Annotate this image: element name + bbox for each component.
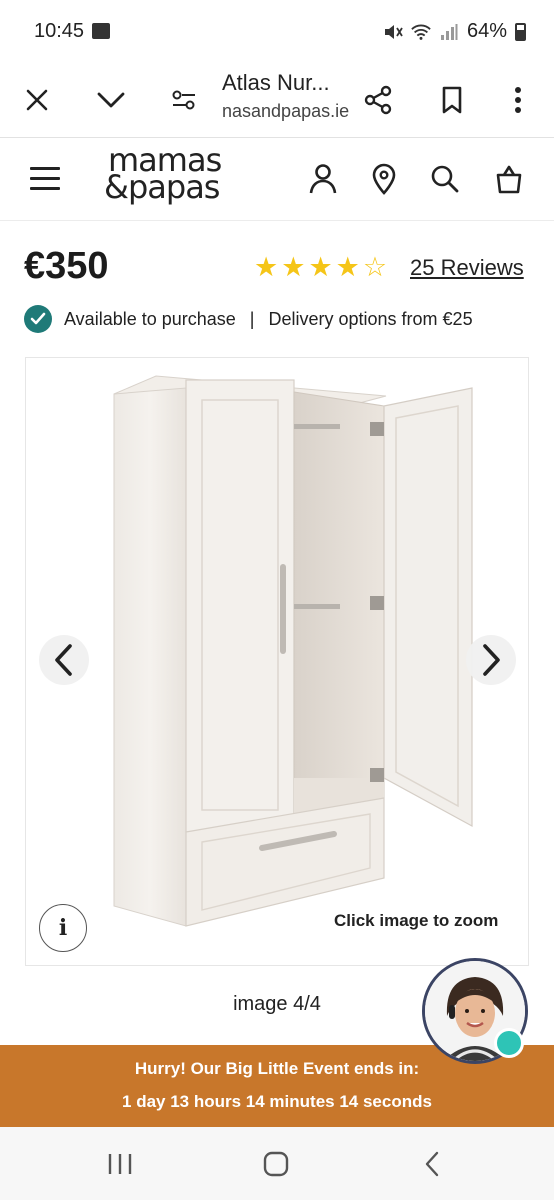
close-tab-button[interactable] [17,80,57,120]
promo-countdown: 1 day 13 hours 14 minutes 14 seconds [122,1092,432,1111]
zoom-hint[interactable]: Click image to zoom [326,905,507,937]
battery-percent: 64% [466,20,507,42]
chevron-left-icon [55,644,72,676]
search-button[interactable] [427,161,463,197]
search-icon [431,165,459,193]
battery-icon [515,22,526,41]
status-time: 10:45 [34,20,85,42]
recent-apps-icon [108,1154,132,1174]
rating-stars[interactable]: ★ ★ ★ ★ ☆ [254,254,387,281]
system-nav-bar [0,1127,554,1200]
more-vert-icon [515,87,521,113]
share-icon [364,85,392,115]
status-right: 64% [383,20,526,43]
home-button[interactable] [256,1147,296,1181]
basket-button[interactable] [491,161,527,197]
check-circle-icon [24,305,52,333]
home-icon [263,1151,289,1177]
page-settings-icon [172,90,195,110]
browser-toolbar: Atlas Nur... nasandpapas.ie [0,62,554,138]
menu-icon[interactable] [30,167,60,191]
status-bar: 10:45 64% [0,0,554,62]
star-filled-icon: ★ [254,252,279,282]
account-icon [309,164,337,194]
separator: | [249,308,255,329]
account-button[interactable] [305,161,341,197]
availability-row: Available to purchase | Delivery options… [24,305,473,333]
wifi-icon [411,24,431,40]
recent-apps-button[interactable] [100,1147,140,1181]
star-filled-icon: ★ [281,252,306,282]
share-button[interactable] [358,80,398,120]
next-image-button[interactable] [466,635,516,685]
info-icon: i [58,915,68,941]
store-locator-button[interactable] [366,161,402,197]
brand-logo[interactable]: mamas &papas [104,144,222,203]
page-title[interactable]: Atlas Nur... [222,70,330,96]
page-settings-button[interactable] [164,80,204,120]
page-domain[interactable]: nasandpapas.ie [222,101,349,122]
availability-text: Available to purchase [64,308,236,329]
site-header: mamas &papas [0,139,554,221]
back-icon [425,1151,439,1177]
online-status-indicator [494,1028,524,1058]
image-info-button[interactable]: i [39,904,87,952]
back-button[interactable] [412,1147,452,1181]
mute-icon [384,24,403,39]
close-icon [26,89,48,111]
signal-icon [440,23,458,40]
bookmark-icon [442,86,462,114]
logo-line-2: &papas [104,168,220,206]
star-filled-icon: ★ [335,252,360,282]
star-filled-icon: ★ [308,252,333,282]
gallery-notification-icon [92,23,110,39]
delivery-text: Delivery options from €25 [268,308,473,329]
star-empty-icon: ☆ [362,252,388,282]
product-price: €350 [24,245,109,287]
chevron-right-icon [483,644,500,676]
chevron-down-icon [97,92,125,108]
bookmark-button[interactable] [432,80,472,120]
bag-icon [496,165,522,194]
previous-image-button[interactable] [39,635,89,685]
product-image-gallery[interactable] [25,357,529,966]
wardrobe-product-image[interactable] [26,358,529,966]
minimize-button[interactable] [91,80,131,120]
reviews-link[interactable]: 25 Reviews [410,255,524,281]
more-options-button[interactable] [498,80,538,120]
location-icon [372,163,396,195]
